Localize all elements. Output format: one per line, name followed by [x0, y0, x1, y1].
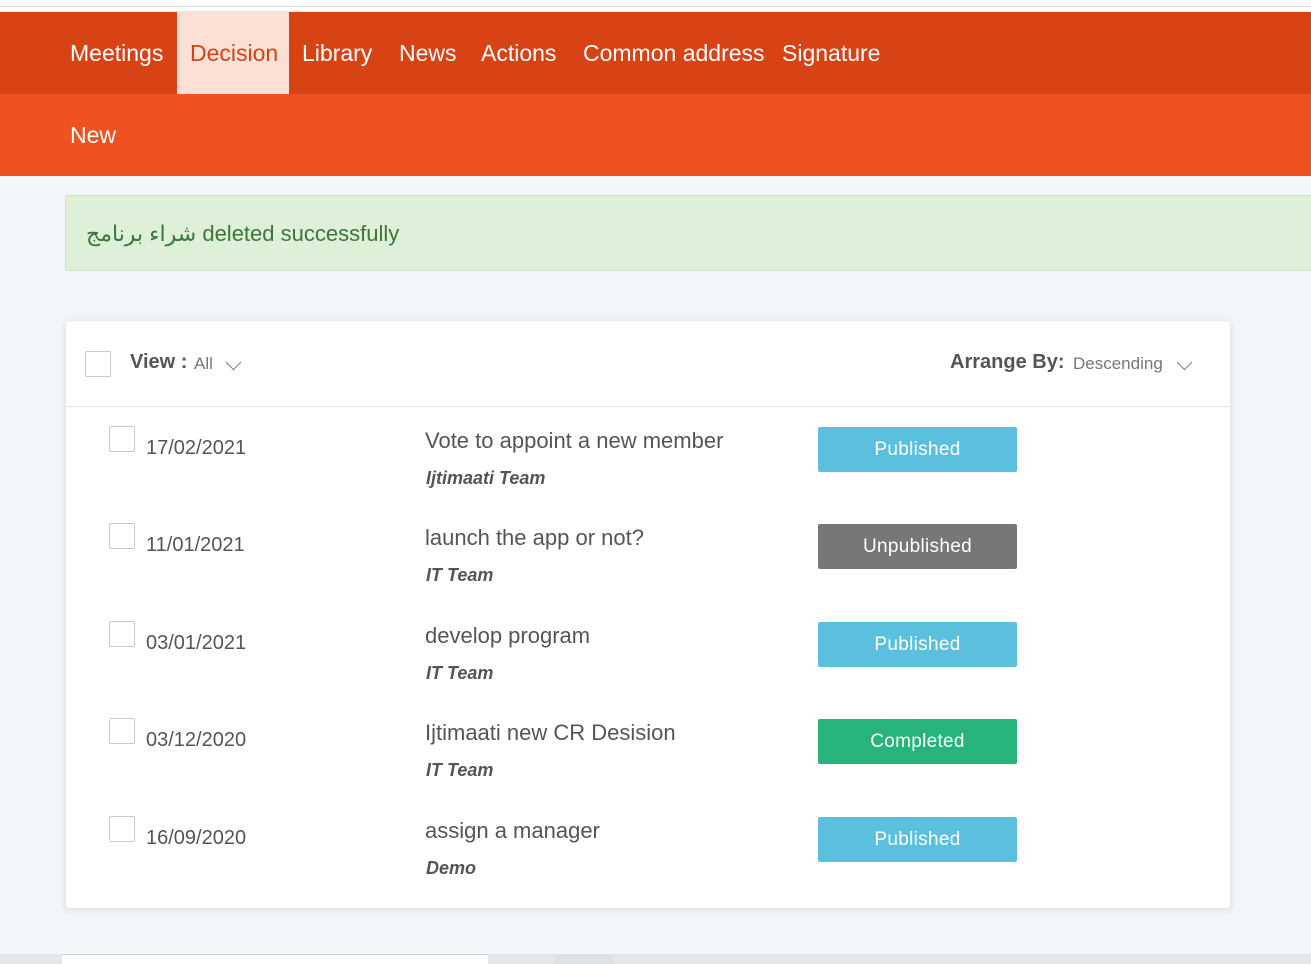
alert-message: شراء برنامج deleted successfully	[86, 221, 400, 246]
status-badge: Unpublished	[818, 524, 1017, 569]
nav-meetings[interactable]: Meetings	[70, 12, 163, 94]
arrange-chevron-down-icon[interactable]	[1176, 354, 1193, 371]
row-date: 03/01/2021	[146, 632, 247, 654]
view-filter-label: View :	[130, 351, 188, 373]
new-decision-link[interactable]: New	[70, 94, 116, 176]
row-checkbox[interactable]	[109, 718, 135, 744]
browser-top-strip	[0, 0, 1311, 12]
row-title[interactable]: Ijtimaati new CR Desision	[425, 720, 676, 746]
nav-decision[interactable]: Decision	[177, 12, 289, 94]
main-navbar: Meetings Decision Library News Actions C…	[0, 12, 1311, 94]
success-alert: شراء برنامج deleted successfully	[65, 195, 1311, 271]
view-chevron-down-icon[interactable]	[225, 354, 242, 371]
arrange-by-label: Arrange By:	[950, 351, 1065, 373]
row-date: 11/01/2021	[146, 534, 245, 556]
taskbar-search-box[interactable]	[62, 954, 488, 964]
row-checkbox[interactable]	[109, 426, 135, 452]
decision-row[interactable]: 11/01/2021 launch the app or not? IT Tea…	[66, 523, 1230, 620]
sub-navbar: New	[0, 94, 1311, 176]
row-checkbox[interactable]	[109, 621, 135, 647]
list-header: View : All Arrange By: Descending	[66, 321, 1230, 407]
taskbar-segment	[554, 954, 614, 964]
decision-row[interactable]: 17/02/2021 Vote to appoint a new member …	[66, 426, 1230, 523]
row-title[interactable]: launch the app or not?	[425, 525, 644, 551]
decision-row[interactable]: 03/12/2020 Ijtimaati new CR Desision IT …	[66, 718, 1230, 815]
nav-news[interactable]: News	[399, 12, 457, 94]
view-filter-dropdown[interactable]: All	[194, 354, 213, 374]
decision-row[interactable]: 03/01/2021 develop program IT Team Publi…	[66, 621, 1230, 718]
row-checkbox[interactable]	[109, 816, 135, 842]
row-title[interactable]: assign a manager	[425, 818, 600, 844]
nav-library[interactable]: Library	[302, 12, 372, 94]
status-badge: Completed	[818, 719, 1017, 764]
row-title[interactable]: develop program	[425, 623, 590, 649]
row-title[interactable]: Vote to appoint a new member	[425, 428, 723, 454]
nav-signature[interactable]: Signature	[782, 12, 880, 94]
decision-row[interactable]: 16/09/2020 assign a manager Demo Publish…	[66, 816, 1230, 913]
row-checkbox[interactable]	[109, 523, 135, 549]
row-team: Demo	[426, 858, 477, 878]
row-team: IT Team	[426, 760, 494, 780]
row-team: IT Team	[426, 663, 494, 683]
nav-actions[interactable]: Actions	[481, 12, 556, 94]
status-badge: Published	[818, 427, 1017, 472]
select-all-checkbox[interactable]	[85, 351, 111, 377]
decision-list-card: View : All Arrange By: Descending 17/02/…	[66, 321, 1230, 908]
row-date: 17/02/2021	[146, 437, 247, 459]
row-date: 16/09/2020	[146, 827, 247, 849]
arrange-by-dropdown[interactable]: Descending	[1073, 354, 1163, 374]
status-badge: Published	[818, 817, 1017, 862]
status-badge: Published	[818, 622, 1017, 667]
row-date: 03/12/2020	[146, 729, 247, 751]
row-team: IT Team	[426, 565, 494, 585]
nav-common-address[interactable]: Common address	[583, 12, 765, 94]
row-team: Ijtimaati Team	[426, 468, 546, 488]
